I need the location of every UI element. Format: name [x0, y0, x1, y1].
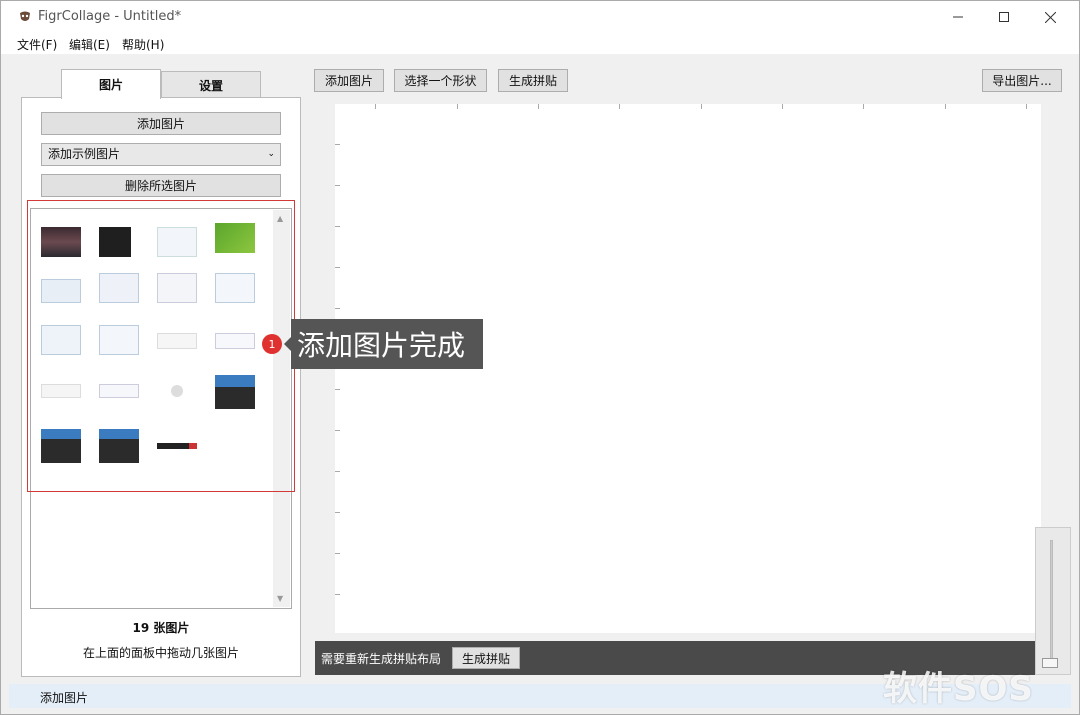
ruler-tick: [335, 308, 340, 309]
ruler-tick: [375, 104, 376, 109]
ruler-tick: [335, 144, 340, 145]
sample-images-select-value: 添加示例图片: [48, 147, 121, 161]
ruler-tick: [335, 471, 340, 472]
generate-collage-button[interactable]: 生成拼贴: [498, 69, 568, 92]
choose-shape-button[interactable]: 选择一个形状: [394, 69, 487, 92]
menu-bar: 文件(F) 编辑(E) 帮助(H): [1, 33, 1079, 54]
ruler-tick: [538, 104, 539, 109]
ruler-tick: [701, 104, 702, 109]
add-images-button[interactable]: 添加图片: [41, 112, 281, 135]
callout-pointer: [284, 337, 291, 351]
watermark-text: 软件SOS: [883, 669, 1034, 709]
ruler-tick: [945, 104, 946, 109]
close-button[interactable]: [1027, 1, 1073, 33]
step-badge: 1: [262, 334, 282, 354]
ruler-tick: [335, 430, 340, 431]
menu-edit[interactable]: 编辑(E): [69, 36, 110, 53]
zoom-slider-handle[interactable]: [1042, 658, 1058, 668]
app-logo-icon: [20, 11, 30, 21]
delete-selected-button[interactable]: 删除所选图片: [41, 174, 281, 197]
watermark-logo: 软件SOS: [883, 661, 1034, 710]
maximize-button[interactable]: [981, 1, 1027, 33]
ruler-tick: [457, 104, 458, 109]
maximize-icon: [999, 12, 1009, 22]
minimize-button[interactable]: [935, 1, 981, 33]
tab-images[interactable]: 图片: [61, 69, 161, 99]
ruler-tick: [335, 185, 340, 186]
ruler-tick: [335, 553, 340, 554]
regenerate-notice-text: 需要重新生成拼贴布局: [321, 652, 442, 666]
zoom-slider-track: [1050, 540, 1053, 666]
sample-images-select[interactable]: 添加示例图片 ⌄: [41, 143, 281, 166]
zoom-slider[interactable]: [1035, 527, 1071, 675]
ruler-tick: [619, 104, 620, 109]
tab-settings[interactable]: 设置: [161, 71, 261, 99]
close-icon: [1044, 11, 1056, 23]
ruler-tick: [782, 104, 783, 109]
menu-file[interactable]: 文件(F): [17, 36, 57, 53]
regenerate-collage-button[interactable]: 生成拼贴: [452, 647, 520, 669]
ruler-tick: [335, 226, 340, 227]
images-panel: 添加图片 添加示例图片 ⌄ 删除所选图片 ▲ ▼ 19 张图片 在上面的面板中拖…: [21, 97, 301, 677]
title-bar: FigrCollage - Untitled*: [1, 1, 1079, 33]
ruler-tick: [1026, 104, 1027, 109]
chevron-down-icon: ⌄: [267, 149, 275, 159]
toolbar-add-images-button[interactable]: 添加图片: [314, 69, 384, 92]
minimize-icon: [953, 16, 963, 18]
image-count-label: 19 张图片: [132, 621, 190, 635]
status-bar-text: 添加图片: [40, 691, 89, 705]
window-title: FigrCollage - Untitled*: [38, 9, 182, 24]
main-area: 图片 设置 添加图片 添加示例图片 ⌄ 删除所选图片 ▲ ▼ 19 张图片 在上…: [9, 54, 1071, 681]
ruler-tick: [335, 512, 340, 513]
ruler-tick: [335, 389, 340, 390]
menu-help[interactable]: 帮助(H): [122, 36, 164, 53]
app-window: FigrCollage - Untitled* 文件(F) 编辑(E) 帮助(H…: [0, 0, 1080, 715]
ruler-tick: [863, 104, 864, 109]
drag-hint-label: 在上面的面板中拖动几张图片: [82, 646, 239, 660]
ruler-tick: [335, 594, 340, 595]
scroll-down-icon[interactable]: ▼: [277, 594, 283, 603]
highlight-frame: [27, 200, 295, 492]
annotation-callout-text: 添加图片完成: [297, 329, 466, 362]
export-image-button[interactable]: 导出图片...: [982, 69, 1062, 92]
ruler-tick: [335, 267, 340, 268]
annotation-callout: 添加图片完成: [291, 319, 483, 369]
